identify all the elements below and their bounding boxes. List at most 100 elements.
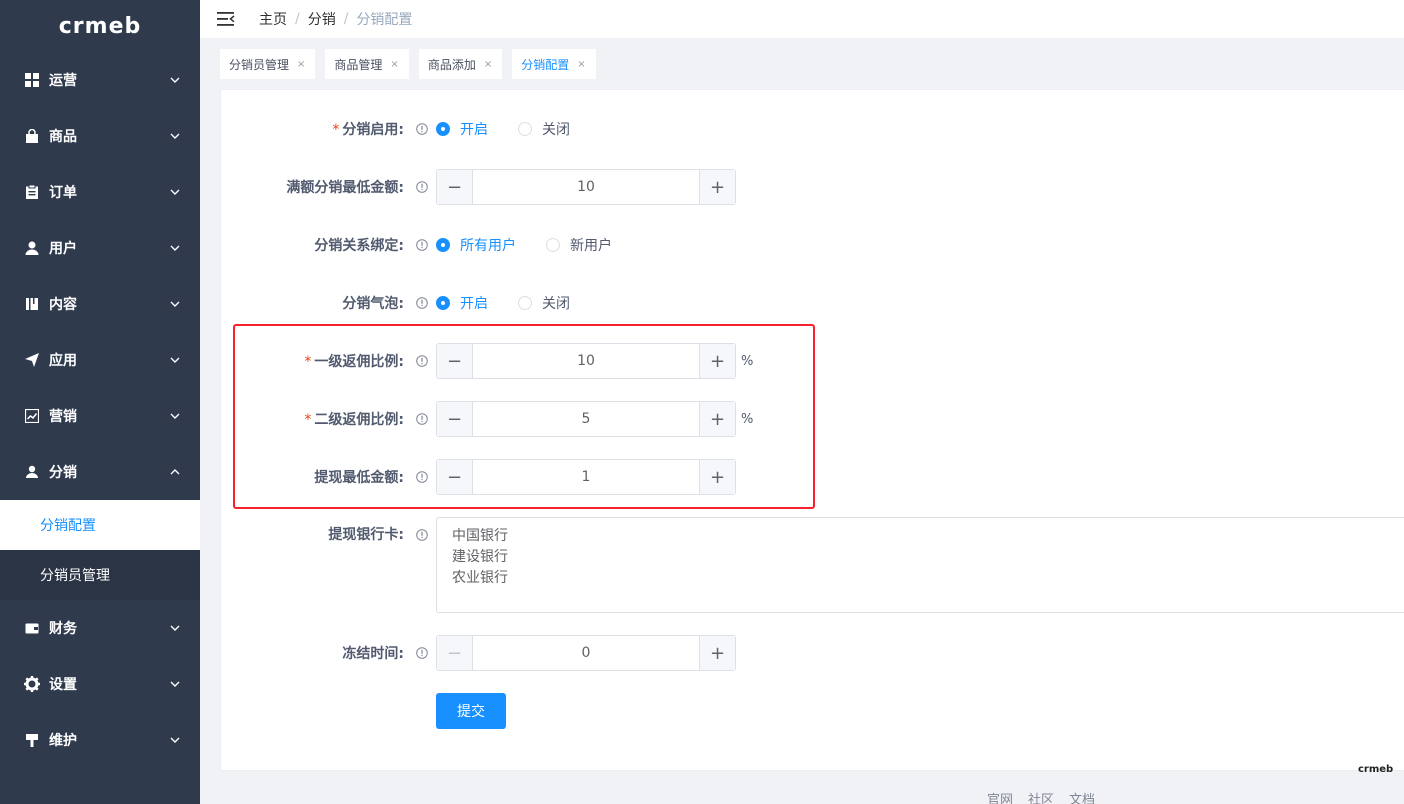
tab-label: 商品管理 <box>334 57 383 72</box>
radio-enable-on[interactable]: 开启 <box>436 119 488 139</box>
info-icon[interactable] <box>416 529 428 541</box>
radio-dot <box>518 296 532 310</box>
form-label: 冻结时间: <box>342 646 404 662</box>
chevron-down-icon <box>170 75 180 85</box>
close-icon[interactable]: × <box>577 59 585 70</box>
sidebar-item-products[interactable]: 商品 <box>0 108 200 164</box>
bank-cards-textarea[interactable]: 中国银行 建设银行 农业银行 <box>436 517 1404 613</box>
stepper-value[interactable]: 0 <box>473 636 699 670</box>
sidebar-item-label: 财务 <box>49 621 77 637</box>
radio-dot <box>436 296 450 310</box>
info-icon[interactable] <box>416 181 428 193</box>
sidebar-item-operations[interactable]: 运营 <box>0 52 200 108</box>
textarea-line: 农业银行 <box>452 570 508 586</box>
radio-label: 新用户 <box>570 238 612 254</box>
radio-binding-new-users[interactable]: 新用户 <box>546 235 612 255</box>
form-row-bubble: 分销气泡: 开启 关闭 <box>221 285 1404 321</box>
chevron-down-icon <box>170 411 180 421</box>
tab-label: 分销配置 <box>521 57 570 72</box>
sidebar-item-maintenance[interactable]: 维护 <box>0 712 200 768</box>
info-icon[interactable] <box>416 123 428 135</box>
sidebar-item-label: 应用 <box>49 353 77 369</box>
sidebar-subitem-distributor-management[interactable]: 分销员管理 <box>0 550 200 600</box>
min-amount-stepper: − 10 + <box>436 169 736 205</box>
footer-link-docs[interactable]: 文档 <box>1069 789 1095 804</box>
radio-bubble-on[interactable]: 开启 <box>436 293 488 313</box>
radio-label: 关闭 <box>542 122 570 138</box>
increment-button[interactable]: + <box>699 636 735 670</box>
form-row-binding: 分销关系绑定: 所有用户 新用户 <box>221 227 1404 263</box>
sidebar-item-apps[interactable]: 应用 <box>0 332 200 388</box>
radio-dot <box>546 238 560 252</box>
highlight-box <box>233 324 815 509</box>
tab-distribution-config[interactable]: 分销配置 × <box>512 49 596 79</box>
decrement-button[interactable]: − <box>437 636 473 670</box>
radio-enable-off[interactable]: 关闭 <box>518 119 570 139</box>
form-label: 提现银行卡: <box>328 527 404 543</box>
tabs-bar: 分销员管理 × 商品管理 × 商品添加 × 分销配置 × <box>200 38 1404 90</box>
increment-button[interactable]: + <box>699 170 735 204</box>
submit-button[interactable]: 提交 <box>436 693 506 729</box>
tab-distributor-management[interactable]: 分销员管理 × <box>220 49 316 79</box>
gear-icon <box>24 676 40 692</box>
sidebar-item-content[interactable]: 内容 <box>0 276 200 332</box>
menu-toggle-icon[interactable] <box>217 12 235 26</box>
chevron-down-icon <box>170 131 180 141</box>
freeze-time-stepper: − 0 + <box>436 635 736 671</box>
radio-bubble-off[interactable]: 关闭 <box>518 293 570 313</box>
logo-text: crmeb <box>58 13 142 39</box>
info-icon[interactable] <box>416 647 428 659</box>
sidebar-item-label: 营销 <box>49 409 77 425</box>
top-header: 主页 / 分销 / 分销配置 <box>200 0 1404 38</box>
wallet-icon <box>24 620 40 636</box>
sidebar-item-distribution[interactable]: 分销 <box>0 444 200 500</box>
form-row-min-amount: 满额分销最低金额: − 10 + <box>221 169 1404 205</box>
close-icon[interactable]: × <box>297 59 305 70</box>
sidebar-item-label: 分销 <box>49 465 77 481</box>
sidebar-item-settings[interactable]: 设置 <box>0 656 200 712</box>
textarea-line: 中国银行 <box>452 528 508 544</box>
breadcrumb-home[interactable]: 主页 <box>259 9 287 29</box>
decrement-button[interactable]: − <box>437 170 473 204</box>
logo[interactable]: crmeb <box>0 0 200 52</box>
user-group-icon <box>24 464 40 480</box>
breadcrumb: 主页 / 分销 / 分销配置 <box>259 9 412 29</box>
tab-product-add[interactable]: 商品添加 × <box>418 49 503 79</box>
sidebar-item-label: 用户 <box>49 241 77 257</box>
breadcrumb-distribution[interactable]: 分销 <box>308 9 336 29</box>
tab-product-management[interactable]: 商品管理 × <box>325 49 409 79</box>
form-label: 满额分销最低金额: <box>286 180 404 196</box>
form-row-submit: 提交 <box>221 693 1404 729</box>
radio-dot <box>436 238 450 252</box>
footer-links: 官网 社区 文档 <box>987 789 1110 804</box>
form-label: 分销关系绑定: <box>314 238 404 254</box>
shopping-bag-icon <box>24 128 40 144</box>
sidebar-item-marketing[interactable]: 营销 <box>0 388 200 444</box>
chevron-down-icon <box>170 355 180 365</box>
stepper-value[interactable]: 10 <box>473 170 699 204</box>
sidebar-item-finance[interactable]: 财务 <box>0 600 200 656</box>
chevron-down-icon <box>170 299 180 309</box>
chevron-up-icon <box>170 467 180 477</box>
breadcrumb-current: 分销配置 <box>356 12 413 28</box>
info-icon[interactable] <box>416 239 428 251</box>
footer-logo: crmeb <box>1358 764 1394 775</box>
sidebar-item-orders[interactable]: 订单 <box>0 164 200 220</box>
chevron-down-icon <box>170 187 180 197</box>
sidebar-item-label: 运营 <box>49 73 77 89</box>
close-icon[interactable]: × <box>484 59 492 70</box>
form-label: 分销气泡: <box>342 296 404 312</box>
send-icon <box>24 352 40 368</box>
chevron-down-icon <box>170 623 180 633</box>
footer-link-official-site[interactable]: 官网 <box>987 789 1013 804</box>
radio-label: 开启 <box>460 296 488 312</box>
close-icon[interactable]: × <box>390 59 398 70</box>
sidebar-item-users[interactable]: 用户 <box>0 220 200 276</box>
textarea-line: 建设银行 <box>452 549 508 565</box>
sidebar-subitem-distribution-config[interactable]: 分销配置 <box>0 500 200 550</box>
sidebar: crmeb 运营 商品 订单 用户 内容 应用 营销 分销 分销配置 分销员管理… <box>0 0 200 804</box>
radio-binding-all-users[interactable]: 所有用户 <box>436 235 516 255</box>
footer-link-community[interactable]: 社区 <box>1028 789 1054 804</box>
tab-label: 分销员管理 <box>229 57 290 72</box>
info-icon[interactable] <box>416 297 428 309</box>
